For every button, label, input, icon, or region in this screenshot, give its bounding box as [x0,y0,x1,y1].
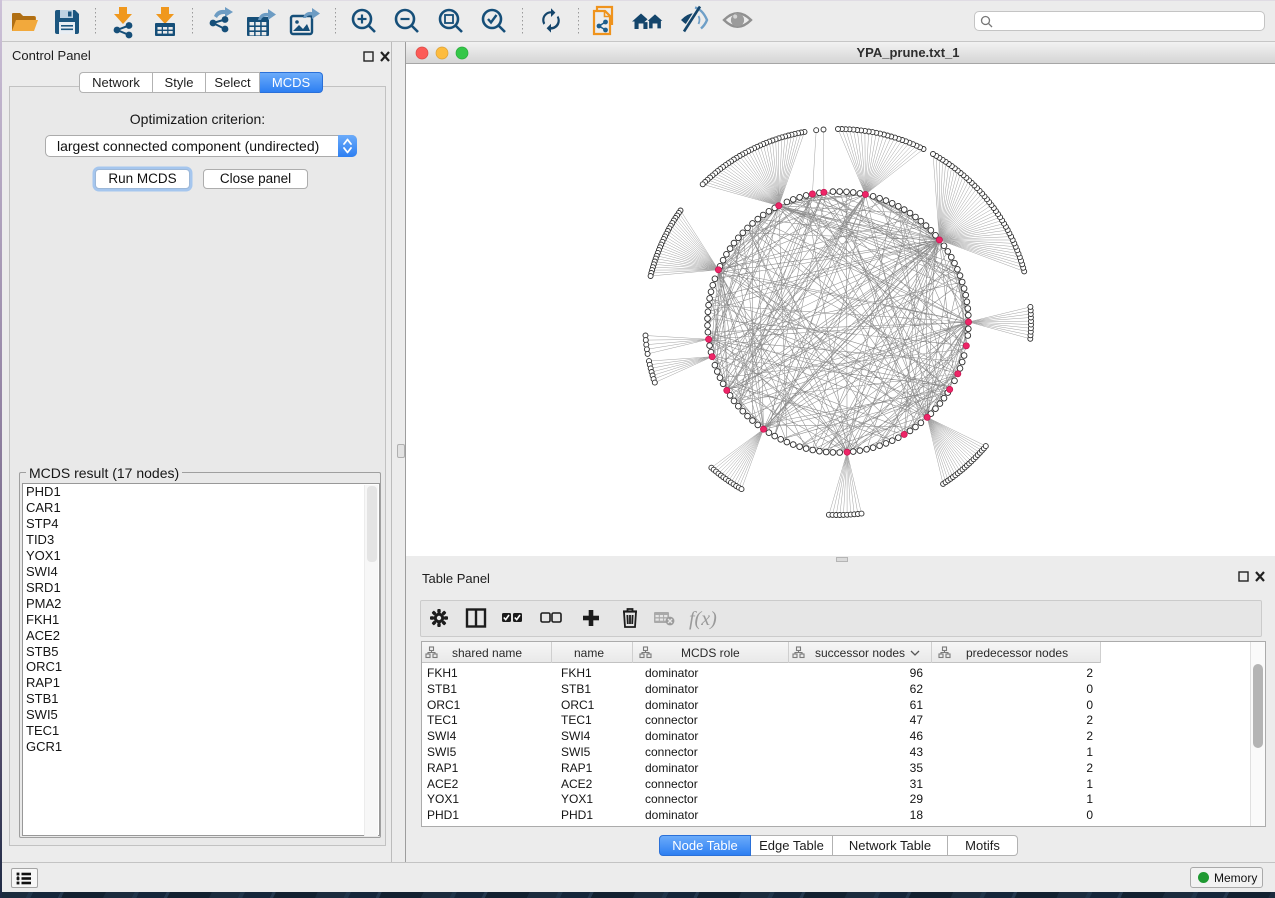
svg-text:f(x): f(x) [689,608,717,630]
